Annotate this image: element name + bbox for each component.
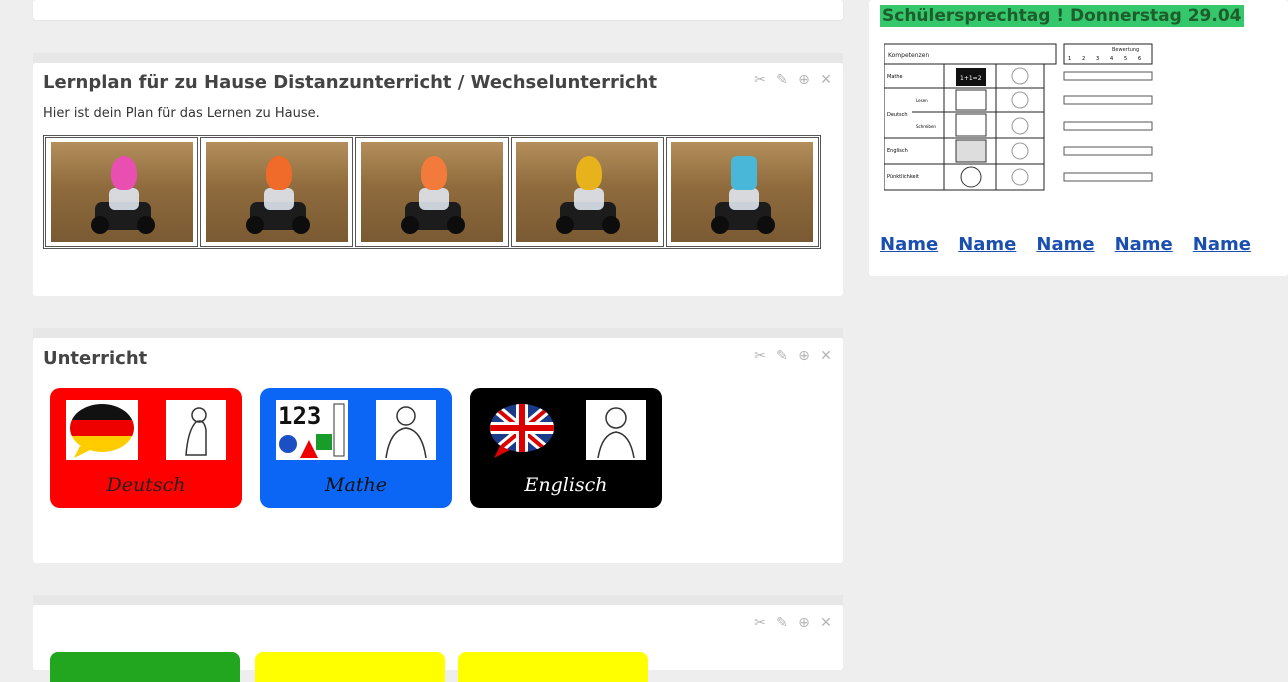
name-link[interactable]: Name (958, 234, 1016, 255)
card-header-strip (33, 328, 843, 338)
unterricht-card: Unterricht ✂ ✎ ⊕ ✕ Deutsch 123 Mathe Eng… (33, 338, 843, 563)
worksheet-row-label: Mathe (887, 74, 903, 80)
toy-car-photo (361, 142, 503, 242)
worksheet-header: Kompetenzen (888, 52, 929, 59)
pencil-icon[interactable]: ✎ (775, 348, 789, 364)
sidebar-card: Schülersprechtag ! Donnerstag 29.04 Komp… (869, 0, 1288, 276)
copy-icon[interactable]: ⊕ (797, 348, 811, 364)
worksheet-row-label: Englisch (887, 148, 908, 154)
scissors-icon[interactable]: ✂ (753, 72, 767, 88)
subject-tile-englisch[interactable]: Englisch (470, 388, 662, 508)
toy-car-photo (50, 142, 193, 242)
scissors-icon[interactable]: ✂ (753, 615, 767, 631)
toy-car-photo (516, 142, 659, 242)
copy-icon[interactable]: ⊕ (797, 615, 811, 631)
card-title: Unterricht (43, 348, 148, 369)
toy-car-photo (205, 142, 348, 242)
rating-number: 2 (1082, 56, 1085, 62)
math-tile: 1+1=2 (960, 75, 982, 82)
scissors-icon[interactable]: ✂ (753, 348, 767, 364)
rating-number: 1 (1068, 56, 1071, 62)
gallery-image[interactable] (510, 137, 664, 247)
close-icon[interactable]: ✕ (819, 348, 833, 364)
worksheet-row-label: Deutsch (887, 112, 908, 118)
gallery-image[interactable] (355, 137, 509, 247)
card-description: Hier ist dein Plan für das Lernen zu Hau… (43, 106, 320, 121)
highlight-announcement: Schülersprechtag ! Donnerstag 29.04 (880, 5, 1244, 27)
rating-number: 5 (1124, 56, 1127, 62)
uk-flag-icon (486, 400, 558, 460)
pencil-icon[interactable]: ✎ (775, 615, 789, 631)
rating-number: 6 (1138, 56, 1141, 62)
subject-label: Mathe (325, 474, 387, 496)
subject-tiles: Deutsch 123 Mathe Englisch (50, 388, 662, 508)
card-toolbar: ✂ ✎ ⊕ ✕ (753, 615, 833, 631)
subject-label: Englisch (524, 474, 608, 496)
name-link[interactable]: Name (880, 234, 938, 255)
rating-number: 4 (1110, 56, 1113, 62)
card-header-strip (33, 595, 843, 605)
name-link[interactable]: Name (1036, 234, 1094, 255)
subject-tile[interactable] (458, 652, 648, 682)
sign-language-icon (376, 400, 436, 460)
gallery-image[interactable] (45, 137, 199, 247)
sign-language-icon (166, 400, 226, 460)
name-links: Name Name Name Name Name (880, 234, 1251, 255)
close-icon[interactable]: ✕ (819, 615, 833, 631)
subject-label: Deutsch (106, 474, 186, 496)
previous-card (33, 0, 843, 20)
copy-icon[interactable]: ⊕ (797, 72, 811, 88)
german-flag-icon (66, 400, 138, 460)
subject-tile-mathe[interactable]: 123 Mathe (260, 388, 452, 508)
svg-text:123: 123 (278, 402, 321, 430)
rating-scale: 1 2 3 4 5 6 (1068, 56, 1141, 62)
pencil-icon[interactable]: ✎ (775, 72, 789, 88)
subject-tile-deutsch[interactable]: Deutsch (50, 388, 242, 508)
image-gallery (43, 135, 821, 249)
lernplan-card: Lernplan für zu Hause Distanzunterricht … (33, 63, 843, 296)
worksheet-subrow-label: Lesen (916, 98, 928, 103)
worksheet-row-label: Pünktlichkeit (887, 174, 919, 180)
third-card: ✂ ✎ ⊕ ✕ (33, 605, 843, 682)
card-header-strip (33, 53, 843, 63)
card-toolbar: ✂ ✎ ⊕ ✕ (753, 72, 833, 88)
name-link[interactable]: Name (1193, 234, 1251, 255)
subject-tile[interactable] (255, 652, 445, 682)
close-icon[interactable]: ✕ (819, 72, 833, 88)
feedback-worksheet-image[interactable]: Kompetenzen Bewertung 1 2 3 4 5 6 Mathe … (883, 42, 1154, 192)
name-link[interactable]: Name (1115, 234, 1173, 255)
toy-car-photo (671, 142, 814, 242)
sign-language-icon (586, 400, 646, 460)
card-title: Lernplan für zu Hause Distanzunterricht … (43, 72, 658, 93)
gallery-image[interactable] (665, 137, 820, 247)
gallery-image[interactable] (200, 137, 354, 247)
subject-tile[interactable] (50, 652, 240, 682)
math-shapes-icon: 123 (276, 400, 348, 460)
rating-number: 3 (1096, 56, 1099, 62)
rating-title: Bewertung (1112, 47, 1139, 53)
card-toolbar: ✂ ✎ ⊕ ✕ (753, 348, 833, 364)
worksheet-subrow-label: Schreiben (916, 124, 936, 129)
